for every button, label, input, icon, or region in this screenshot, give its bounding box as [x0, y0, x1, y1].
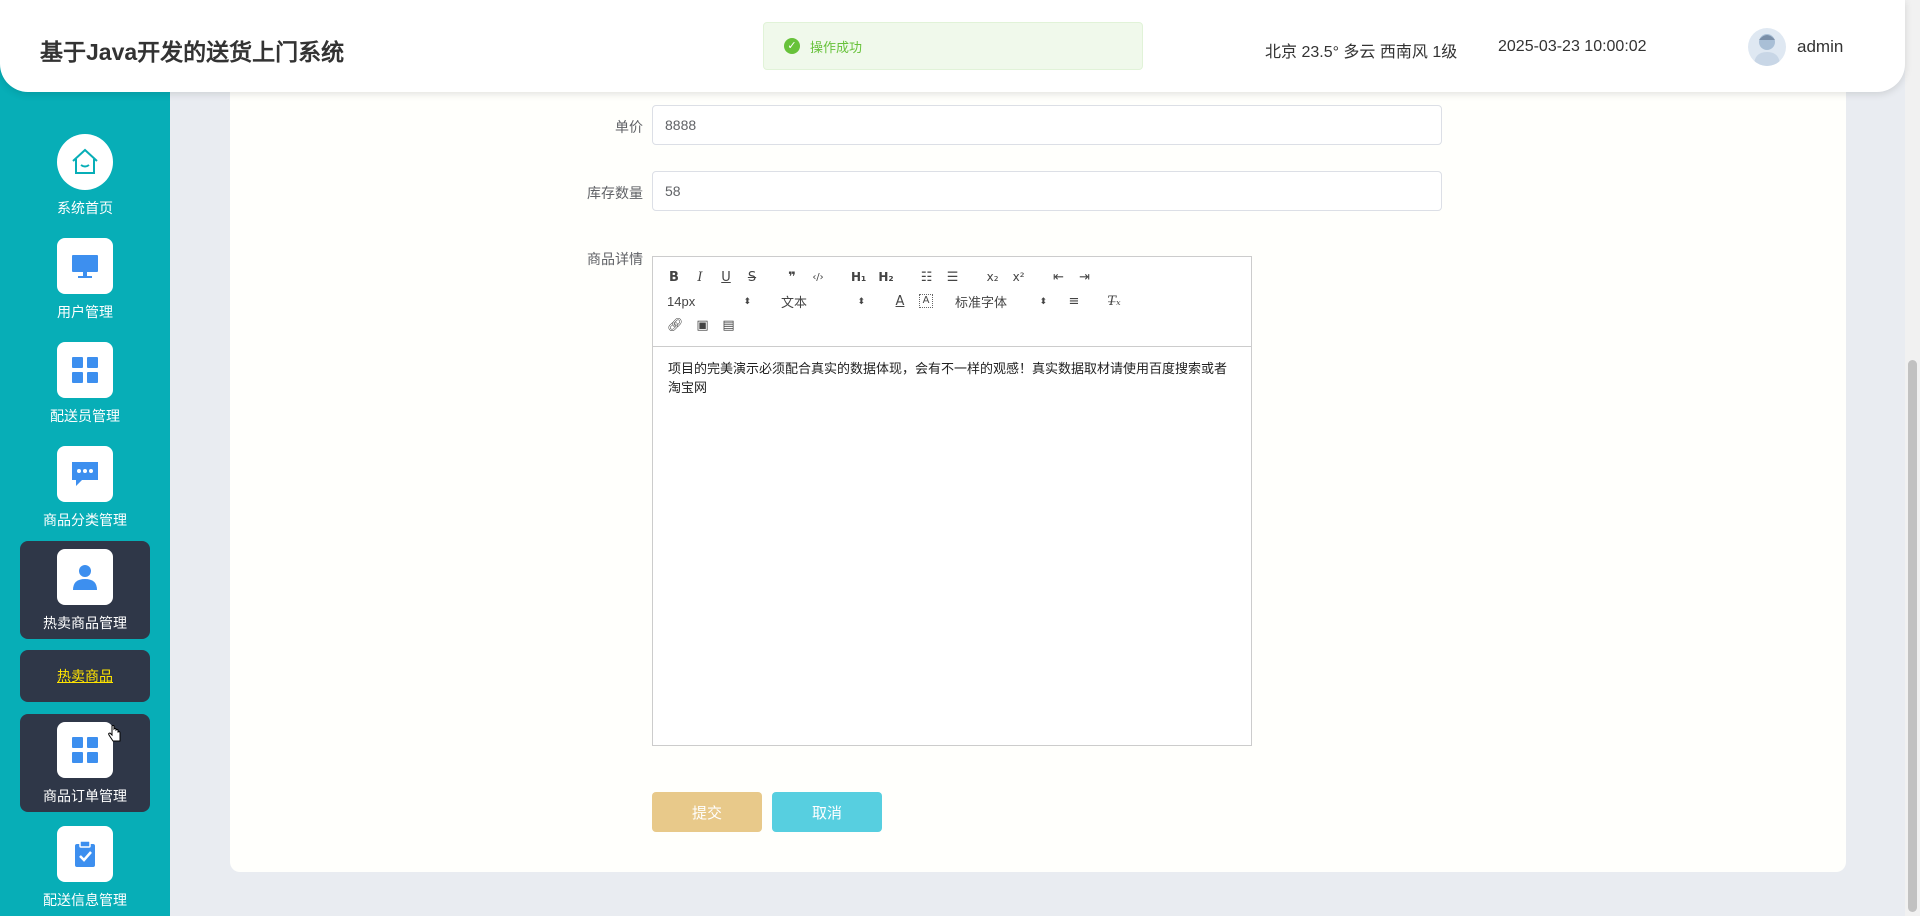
font-size-value: 14px	[667, 293, 696, 309]
editor-toolbar: B I U S ❞ ‹/› H₁ H₂ ☷ ☰ x₂ x² ⇤ ⇥ 14px ⬍	[653, 257, 1251, 347]
header-2-icon[interactable]: H₂	[878, 270, 893, 284]
sidebar-item-couriers[interactable]: 配送员管理	[20, 334, 150, 432]
link-icon[interactable]: 🔗︎	[667, 318, 684, 333]
current-datetime: 2025-03-23 10:00:02	[1498, 38, 1647, 55]
toast-message: 操作成功	[810, 39, 863, 55]
site-title: 基于Java开发的送货上门系统	[40, 39, 345, 65]
indent-icon[interactable]: ⇥	[1078, 270, 1092, 285]
italic-icon[interactable]: I	[693, 270, 707, 285]
superscript-icon[interactable]: x²	[1012, 270, 1026, 284]
sidebar-item-home[interactable]: 系统首页	[20, 126, 150, 224]
strikethrough-icon[interactable]: S	[745, 270, 759, 285]
editor-content[interactable]: 项目的完美演示必须配合真实的数据体现，会有不一样的观感！真实数据取材请使用百度搜…	[653, 347, 1251, 409]
home-icon	[57, 134, 113, 190]
select-arrow-icon: ⬍	[743, 295, 751, 306]
outdent-icon[interactable]: ⇤	[1052, 270, 1066, 285]
price-label: 单价	[615, 119, 643, 135]
grid-icon	[57, 342, 113, 398]
font-size-select[interactable]: 14px ⬍	[667, 294, 751, 309]
username[interactable]: admin	[1797, 37, 1843, 57]
sidebar-item-categories[interactable]: 商品分类管理	[20, 438, 150, 536]
top-header: 基于Java开发的送货上门系统 ✓ 操作成功 北京 23.5° 多云 西南风 1…	[0, 0, 1905, 92]
clipboard-icon	[57, 826, 113, 882]
sidebar-item-users[interactable]: 用户管理	[20, 230, 150, 328]
subscript-icon[interactable]: x₂	[986, 270, 1000, 284]
image-icon[interactable]: ▣	[696, 318, 710, 333]
sidebar-item-label: 用户管理	[57, 304, 113, 320]
sidebar-subitem-hot-products[interactable]: 热卖商品	[20, 650, 150, 702]
stock-label: 库存数量	[587, 185, 643, 201]
background-color-icon[interactable]: A	[919, 294, 933, 308]
monitor-icon	[57, 238, 113, 294]
detail-label: 商品详情	[587, 251, 643, 267]
sidebar-item-label: 配送员管理	[50, 408, 120, 424]
underline-icon[interactable]: U	[719, 270, 733, 285]
header-select-value: 文本	[781, 294, 808, 310]
select-arrow-icon: ⬍	[857, 295, 865, 306]
sidebar-item-label: 配送信息管理	[43, 892, 127, 908]
check-circle-icon: ✓	[784, 38, 800, 54]
price-input[interactable]: 8888	[652, 105, 1442, 145]
sidebar-item-label: 商品分类管理	[43, 512, 127, 528]
font-family-select[interactable]: 标准字体 ⬍	[955, 292, 1047, 311]
sidebar-item-label: 热卖商品管理	[43, 615, 127, 631]
grid-icon	[57, 722, 113, 778]
bold-icon[interactable]: B	[667, 270, 681, 285]
blockquote-icon[interactable]: ❞	[785, 270, 799, 285]
sidebar-item-delivery-info[interactable]: 配送信息管理	[20, 818, 150, 916]
sidebar-item-hot-products[interactable]: 热卖商品管理	[20, 541, 150, 639]
weather-info: 北京 23.5° 多云 西南风 1级	[1265, 44, 1458, 61]
bullet-list-icon[interactable]: ☰	[946, 270, 960, 285]
sidebar-item-orders[interactable]: 商品订单管理	[20, 714, 150, 812]
code-block-icon[interactable]: ‹/›	[811, 272, 825, 283]
sidebar-item-label: 商品订单管理	[43, 788, 127, 804]
font-family-value: 标准字体	[955, 294, 1008, 310]
success-toast: ✓ 操作成功	[763, 22, 1143, 70]
header-select[interactable]: 文本 ⬍	[781, 292, 865, 311]
header-1-icon[interactable]: H₁	[851, 270, 866, 284]
chat-icon	[57, 446, 113, 502]
select-arrow-icon: ⬍	[1039, 295, 1047, 306]
rich-text-editor: B I U S ❞ ‹/› H₁ H₂ ☷ ☰ x₂ x² ⇤ ⇥ 14px ⬍	[652, 256, 1252, 746]
font-color-icon[interactable]: A	[893, 294, 907, 309]
clear-format-icon[interactable]: T̶ₓ	[1107, 294, 1121, 309]
video-icon[interactable]: ▤	[722, 318, 736, 333]
sidebar-item-label: 系统首页	[57, 200, 113, 216]
align-icon[interactable]: ≡	[1067, 294, 1081, 309]
avatar[interactable]	[1748, 28, 1786, 66]
scrollbar-thumb[interactable]	[1908, 360, 1917, 912]
page-scrollbar[interactable]	[1905, 0, 1920, 916]
stock-input[interactable]: 58	[652, 171, 1442, 211]
hand-cursor-icon	[108, 725, 121, 742]
user-icon	[57, 549, 113, 605]
submit-button[interactable]: 提交	[652, 792, 762, 832]
ordered-list-icon[interactable]: ☷	[920, 270, 934, 285]
sidebar-subitem-label: 热卖商品	[57, 668, 113, 684]
cancel-button[interactable]: 取消	[772, 792, 882, 832]
sidebar: 系统首页 用户管理 配送员管理 商品分类管理 热卖商品管理 热卖商品 商品订单管…	[0, 0, 170, 916]
